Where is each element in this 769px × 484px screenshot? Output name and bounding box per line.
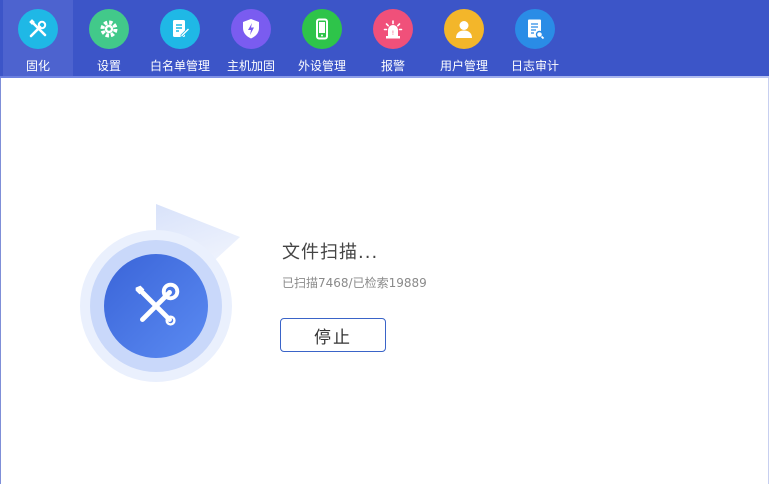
tools-icon [18,9,58,49]
tool-host-hardening[interactable]: 主机加固 [216,0,286,76]
scan-progress-graphic [60,190,260,390]
tool-label: 报警 [380,59,405,73]
svg-text:!: ! [392,30,394,37]
tool-user-management[interactable]: 用户管理 [429,0,499,76]
top-toolbar: 固化 设置 白名单管理 主机加固 外设管理 ! 报警 用户管理 日志审计 [0,0,769,76]
shield-bolt-icon [231,9,271,49]
tool-solidify[interactable]: 固化 [3,0,73,76]
scan-status-title: 文件扫描... [282,242,379,263]
stop-button[interactable]: 停止 [280,318,386,352]
phone-icon [302,9,342,49]
wrench-screwdriver-icon [104,254,208,358]
tool-label: 外设管理 [297,59,346,73]
tool-label: 白名单管理 [149,59,210,73]
document-edit-icon [160,9,200,49]
tool-label: 日志审计 [510,59,559,73]
window-left-border [0,78,1,484]
tool-label: 用户管理 [439,59,488,73]
tool-label: 固化 [25,59,50,73]
tool-label: 设置 [96,59,121,73]
alarm-siren-icon: ! [373,9,413,49]
gear-icon [89,9,129,49]
toolbar-divider [0,76,769,78]
tool-alarm[interactable]: ! 报警 [358,0,428,76]
tool-log-audit[interactable]: 日志审计 [500,0,570,76]
log-audit-icon [515,9,555,49]
tool-whitelist[interactable]: 白名单管理 [145,0,215,76]
tool-settings[interactable]: 设置 [74,0,144,76]
user-icon [444,9,484,49]
tool-peripheral[interactable]: 外设管理 [287,0,357,76]
tool-label: 主机加固 [226,59,275,73]
scan-progress-text: 已扫描7468/已检索19889 [282,276,427,290]
